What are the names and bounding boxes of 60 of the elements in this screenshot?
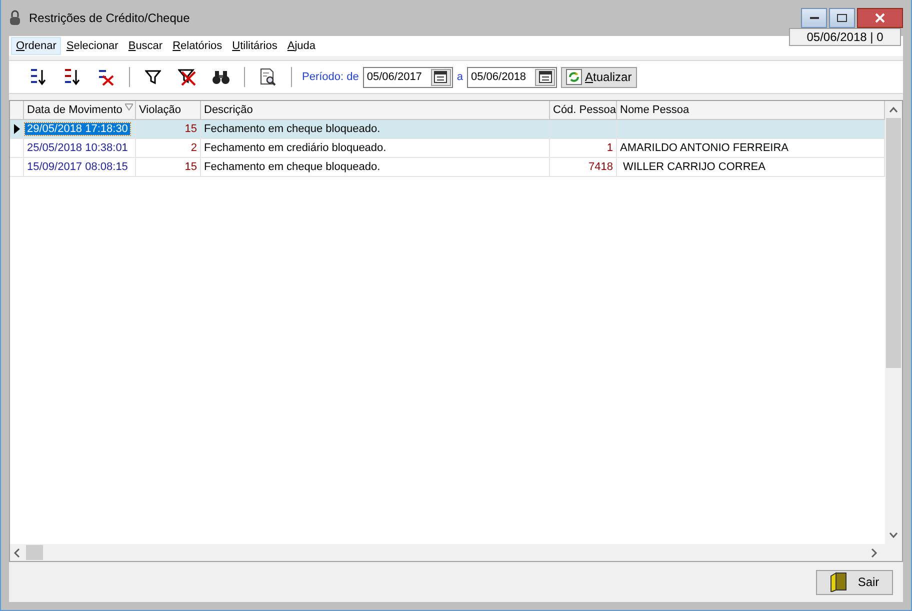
date-field[interactable]: 05/06/2018 xyxy=(467,66,557,88)
table-cell-text: 25/05/2018 10:38:01 xyxy=(26,142,129,154)
menu-item[interactable]: Utilitários xyxy=(227,37,282,55)
door-icon xyxy=(830,572,848,592)
calendar-icon xyxy=(538,71,552,83)
close-button[interactable] xyxy=(857,8,903,28)
menu-item[interactable]: Relatórios xyxy=(168,37,228,55)
row-pointer-icon xyxy=(14,124,20,134)
maximize-icon xyxy=(837,14,847,22)
menu-item[interactable]: Ajuda xyxy=(282,37,321,55)
sort-ascending-icon xyxy=(29,68,47,86)
print-preview-icon xyxy=(259,68,277,86)
table-cell-text: 15/09/2017 08:08:15 xyxy=(26,161,129,173)
period-label: Período: de xyxy=(302,71,359,83)
column-header[interactable]: Descrição xyxy=(201,101,550,119)
period-separator: a xyxy=(456,71,463,83)
table-cell: 2 xyxy=(136,139,201,157)
clear-filter-icon xyxy=(178,68,196,86)
column-header[interactable]: Cód. Pessoa xyxy=(550,101,617,119)
sort-descending-icon xyxy=(63,68,81,86)
table-cell: 7418 xyxy=(550,158,617,176)
table-row[interactable]: 25/05/2018 10:38:01 2 Fechamento em crediário bloqueado. 1 AMARILDO ANTONIO FERREIRA xyxy=(10,139,885,158)
scroll-right-icon xyxy=(869,548,878,558)
status-field: 05/06/2018 | 0 xyxy=(789,28,901,46)
vertical-scrollbar[interactable] xyxy=(885,101,902,544)
calendar-icon xyxy=(434,71,448,83)
date-field[interactable]: 05/06/2017 xyxy=(362,66,453,88)
table-cell: 15 xyxy=(136,120,201,138)
horizontal-scrollbar[interactable] xyxy=(10,544,902,561)
close-icon xyxy=(875,13,885,23)
sort-indicator-icon xyxy=(125,103,133,111)
filter-icon xyxy=(145,69,161,85)
scroll-left-icon xyxy=(13,548,22,558)
table-row[interactable]: 15/09/2017 08:08:15 15 Fechamento em cheque bloqueado. 7418 WILLER CARRIJO CORREA xyxy=(10,158,885,177)
table-cell: 29/05/2018 17:18:30 xyxy=(25,123,130,135)
table-cell: Fechamento em cheque bloqueado. xyxy=(201,158,550,176)
scroll-thumb[interactable] xyxy=(26,545,43,560)
table-cell: 1 xyxy=(550,139,617,157)
minimize-button[interactable] xyxy=(801,8,827,28)
minimize-icon xyxy=(810,16,818,20)
lock-icon xyxy=(9,10,21,26)
calendar-button[interactable] xyxy=(535,68,555,86)
menu-item[interactable]: Buscar xyxy=(123,37,168,55)
maximize-button[interactable] xyxy=(829,8,855,28)
table-cell: 15 xyxy=(136,158,201,176)
binoculars-icon xyxy=(212,69,230,85)
scroll-thumb[interactable] xyxy=(886,118,901,368)
menu-item[interactable]: Ordenar xyxy=(11,37,62,55)
column-header[interactable]: Violação xyxy=(136,101,201,119)
exit-button[interactable]: Sair xyxy=(816,570,893,594)
column-header[interactable]: Data de Movimento xyxy=(24,101,136,119)
table-cell: Fechamento em crediário bloqueado. xyxy=(201,139,550,157)
refresh-button[interactable]: Atualizar xyxy=(561,66,637,88)
menu-item[interactable]: Selecionar xyxy=(61,37,124,55)
table-row[interactable]: 29/05/2018 17:18:30 15 Fechamento em cheque bloqueado. xyxy=(10,120,885,139)
table-cell: Fechamento em cheque bloqueado. xyxy=(201,120,550,138)
window-title: Restrições de Crédito/Cheque xyxy=(29,11,190,25)
refresh-icon xyxy=(566,69,582,85)
calendar-button[interactable] xyxy=(430,68,451,86)
clear-sort-icon xyxy=(97,68,115,86)
